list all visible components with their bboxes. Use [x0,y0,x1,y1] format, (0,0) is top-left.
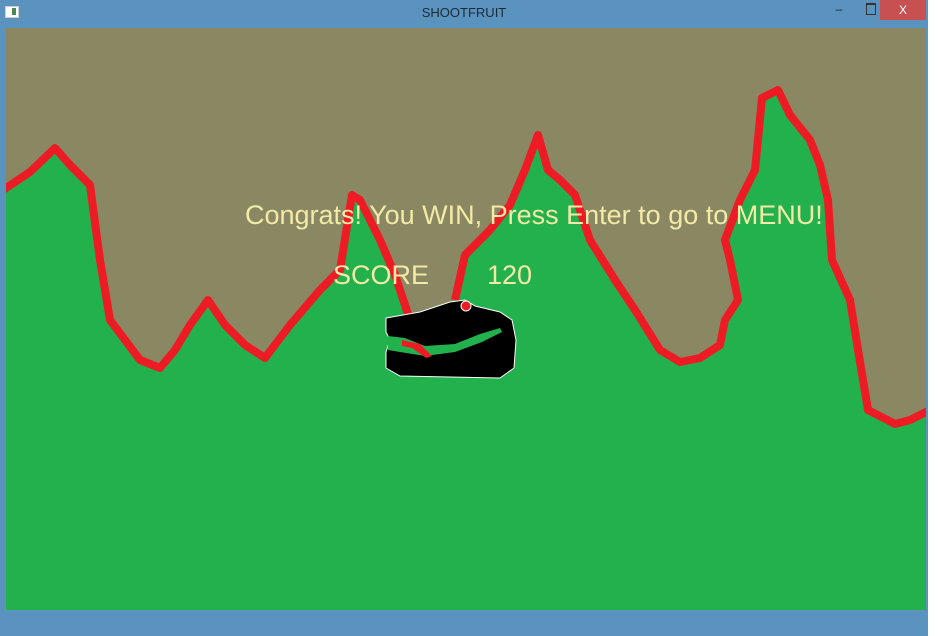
game-canvas[interactable]: Congrats! You WIN, Press Enter to go to … [6,28,926,610]
title-bar[interactable]: SHOOTFRUIT – X [0,0,928,26]
terrain [6,86,926,610]
window-title: SHOOTFRUIT [421,5,507,20]
close-button[interactable]: X [880,0,926,20]
window: SHOOTFRUIT – X Congrats! You WIN, Press … [0,0,928,636]
maximize-icon [866,3,876,15]
score-label: SCORE [333,260,430,290]
win-message: Congrats! You WIN, Press Enter to go to … [245,200,823,230]
score-value: 120 [487,260,533,290]
minimize-button[interactable]: – [826,2,852,22]
